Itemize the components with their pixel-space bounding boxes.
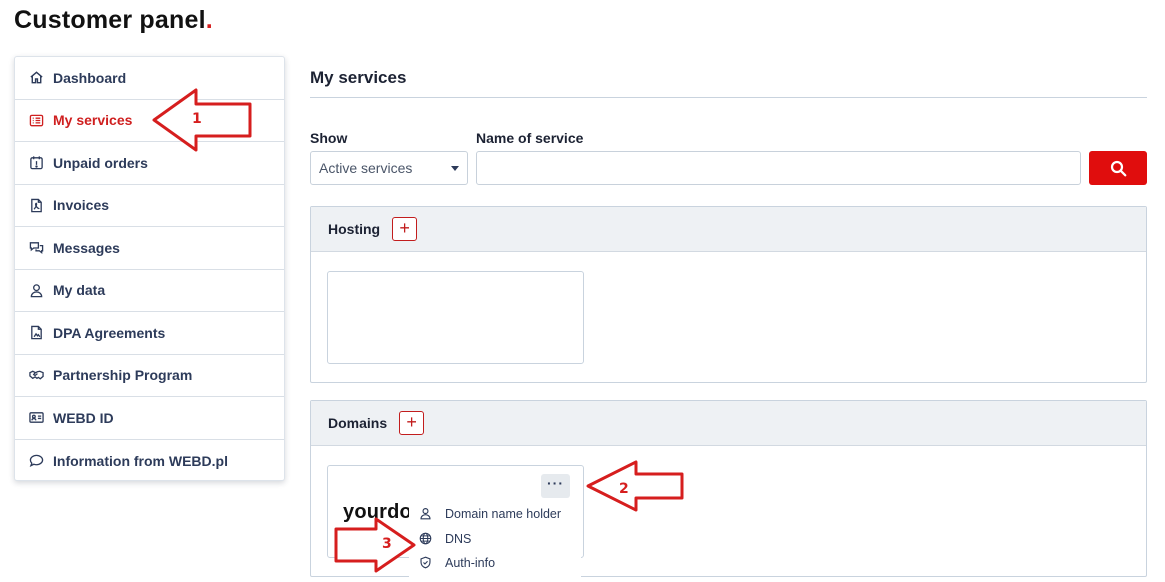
document-icon — [28, 325, 44, 341]
sidebar-item-label: Dashboard — [53, 69, 127, 86]
sidebar-item-label: Unpaid orders — [53, 154, 148, 171]
globe-icon — [419, 532, 433, 546]
user-icon — [28, 282, 44, 298]
menu-item-label: Auth-info — [445, 556, 496, 571]
sidebar-item-label: Information from WEBD.pl — [53, 452, 228, 469]
annotation-number-3: 3 — [382, 536, 392, 552]
search-icon — [1110, 160, 1127, 177]
sidebar-item-label: My data — [53, 282, 106, 299]
annotation-number-2: 2 — [619, 481, 629, 497]
sidebar-item-label: My services — [53, 112, 133, 129]
chat-bubbles-icon — [28, 240, 44, 256]
list-icon — [28, 112, 44, 128]
annotation-arrow-2 — [586, 460, 684, 512]
menu-item-auth-info[interactable]: Auth-info — [409, 551, 581, 576]
sidebar-item-information[interactable]: Information from WEBD.pl — [15, 440, 284, 483]
service-name-label: Name of service — [476, 130, 584, 146]
show-select[interactable]: Active services — [310, 151, 468, 185]
menu-item-label: Domain name holder — [445, 507, 562, 522]
more-options-button[interactable]: ··· — [541, 474, 570, 498]
page-title: Customer panel. — [14, 6, 213, 35]
caret-down-icon — [451, 166, 459, 171]
service-name-input[interactable] — [476, 151, 1081, 185]
id-card-icon — [28, 410, 44, 426]
sidebar-item-my-data[interactable]: My data — [15, 270, 284, 312]
section-title: My services — [310, 68, 407, 87]
add-hosting-button[interactable]: + — [392, 217, 418, 241]
add-domain-button[interactable]: + — [399, 411, 425, 435]
annotation-arrow-3 — [334, 517, 416, 573]
speech-bubble-icon — [28, 453, 44, 469]
calendar-alert-icon — [28, 155, 44, 171]
sidebar-item-webd-id[interactable]: WEBD ID — [15, 397, 284, 440]
domain-options-menu: Domain name holder DNS Auth-info — [409, 502, 581, 578]
domains-title: Domains — [328, 415, 388, 431]
sidebar-item-partnership-program[interactable]: Partnership Program — [15, 355, 284, 397]
domains-panel-header: Domains + — [311, 401, 1146, 446]
show-select-value: Active services — [319, 160, 413, 176]
annotation-number-1: 1 — [192, 111, 202, 127]
show-label: Show — [310, 130, 348, 146]
sidebar-item-label: Partnership Program — [53, 367, 193, 384]
handshake-icon — [28, 367, 44, 383]
menu-item-domain-holder[interactable]: Domain name holder — [409, 502, 581, 527]
menu-item-label: DNS — [445, 531, 472, 546]
user-icon — [419, 507, 433, 521]
divider — [310, 97, 1147, 98]
menu-item-dns[interactable]: DNS — [409, 527, 581, 552]
sidebar-item-label: WEBD ID — [53, 409, 114, 426]
hosting-panel-header: Hosting + — [311, 207, 1146, 252]
sidebar-item-invoices[interactable]: Invoices — [15, 185, 284, 227]
sidebar-item-dpa-agreements[interactable]: DPA Agreements — [15, 312, 284, 355]
pdf-file-icon — [28, 197, 44, 213]
hosting-card[interactable] — [327, 271, 584, 364]
page-title-dot: . — [205, 6, 213, 34]
sidebar-item-label: Invoices — [53, 197, 110, 214]
hosting-title: Hosting — [328, 221, 381, 237]
page-title-text: Customer panel — [14, 6, 206, 34]
shield-check-icon — [419, 556, 433, 570]
annotation-arrow-1 — [152, 88, 252, 152]
search-button[interactable] — [1089, 151, 1147, 185]
sidebar-item-label: DPA Agreements — [53, 324, 166, 341]
sidebar-item-messages[interactable]: Messages — [15, 227, 284, 270]
home-icon — [28, 70, 44, 86]
sidebar-item-label: Messages — [53, 239, 120, 256]
